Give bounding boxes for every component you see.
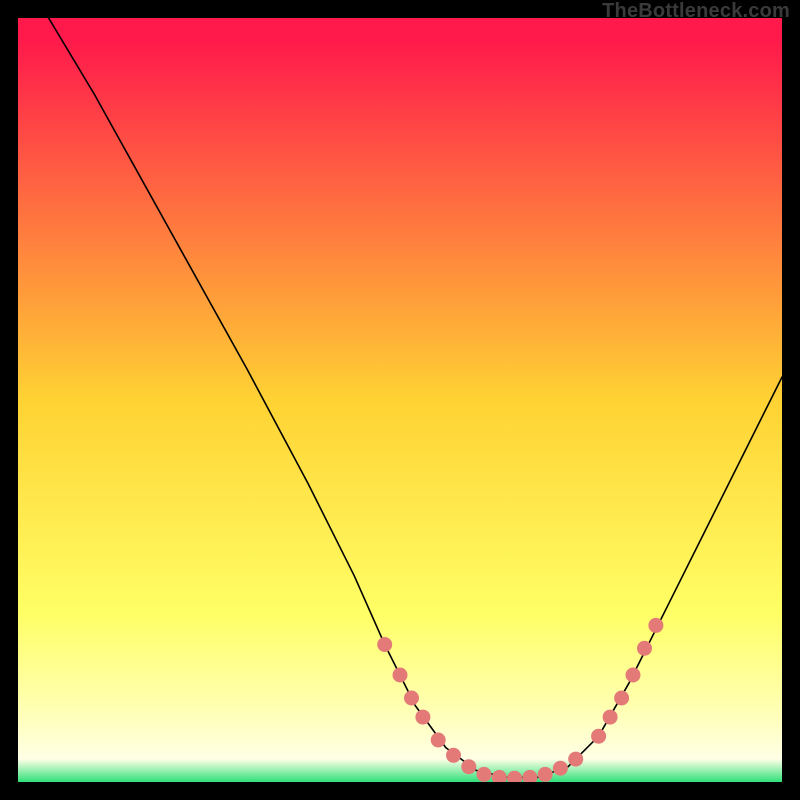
highlight-marker (431, 733, 446, 748)
highlight-marker (614, 691, 629, 706)
highlight-marker (568, 752, 583, 767)
highlight-marker (393, 668, 408, 683)
highlight-marker (477, 767, 492, 782)
highlight-marker (404, 691, 419, 706)
highlight-marker (377, 637, 392, 652)
highlight-marker (637, 641, 652, 656)
highlight-marker (538, 767, 553, 782)
highlight-marker (415, 710, 430, 725)
highlight-marker (648, 618, 663, 633)
highlight-marker (603, 710, 618, 725)
highlight-marker (591, 729, 606, 744)
chart-svg (18, 18, 782, 782)
gradient-background (18, 18, 782, 782)
highlight-marker (626, 668, 641, 683)
highlight-marker (461, 759, 476, 774)
chart-frame: TheBottleneck.com (0, 0, 800, 800)
watermark-text: TheBottleneck.com (602, 0, 790, 23)
highlight-marker (446, 748, 461, 763)
highlight-marker (553, 761, 568, 776)
plot-area (18, 18, 782, 782)
